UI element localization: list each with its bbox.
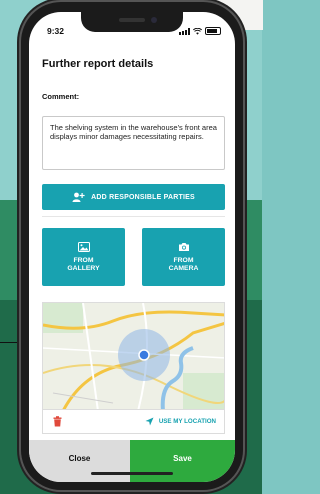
front-camera	[151, 17, 157, 23]
wifi-icon	[193, 27, 202, 35]
map-image	[43, 303, 224, 409]
add-responsible-parties-label: ADD RESPONSIBLE PARTIES	[91, 193, 195, 201]
from-gallery-button[interactable]: FROM GALLERY	[42, 228, 125, 286]
close-button[interactable]: Close	[29, 440, 130, 482]
trash-icon[interactable]	[53, 416, 62, 427]
comment-label: Comment:	[42, 92, 80, 101]
use-my-location-button[interactable]: USE MY LOCATION	[145, 417, 216, 426]
page-title: Further report details	[42, 58, 154, 70]
camera-icon	[178, 242, 189, 251]
speaker	[119, 18, 145, 22]
battery-icon	[205, 27, 221, 35]
phone-frame: 9:32 Further report details Comment: The…	[21, 2, 243, 490]
add-responsible-parties-button[interactable]: ADD RESPONSIBLE PARTIES	[42, 184, 225, 210]
from-camera-label: FROM CAMERA	[168, 256, 199, 272]
map-actions: USE MY LOCATION	[42, 410, 225, 434]
app-screen: 9:32 Further report details Comment: The…	[29, 12, 235, 482]
footer-actions: Close Save	[29, 440, 235, 482]
status-time: 9:32	[47, 26, 65, 36]
home-indicator	[91, 472, 173, 475]
status-icons	[179, 27, 221, 35]
save-button[interactable]: Save	[130, 440, 235, 482]
location-map[interactable]	[42, 302, 225, 410]
status-bar: 9:32	[29, 26, 235, 40]
add-user-icon	[72, 192, 85, 202]
divider	[42, 216, 225, 217]
location-arrow-icon	[145, 417, 154, 426]
comment-field[interactable]: The shelving system in the warehouse's f…	[42, 116, 225, 170]
signal-icon	[179, 27, 190, 35]
from-gallery-label: FROM GALLERY	[67, 256, 100, 272]
image-icon	[77, 241, 90, 252]
use-my-location-label: USE MY LOCATION	[158, 418, 216, 425]
from-camera-button[interactable]: FROM CAMERA	[142, 228, 225, 286]
